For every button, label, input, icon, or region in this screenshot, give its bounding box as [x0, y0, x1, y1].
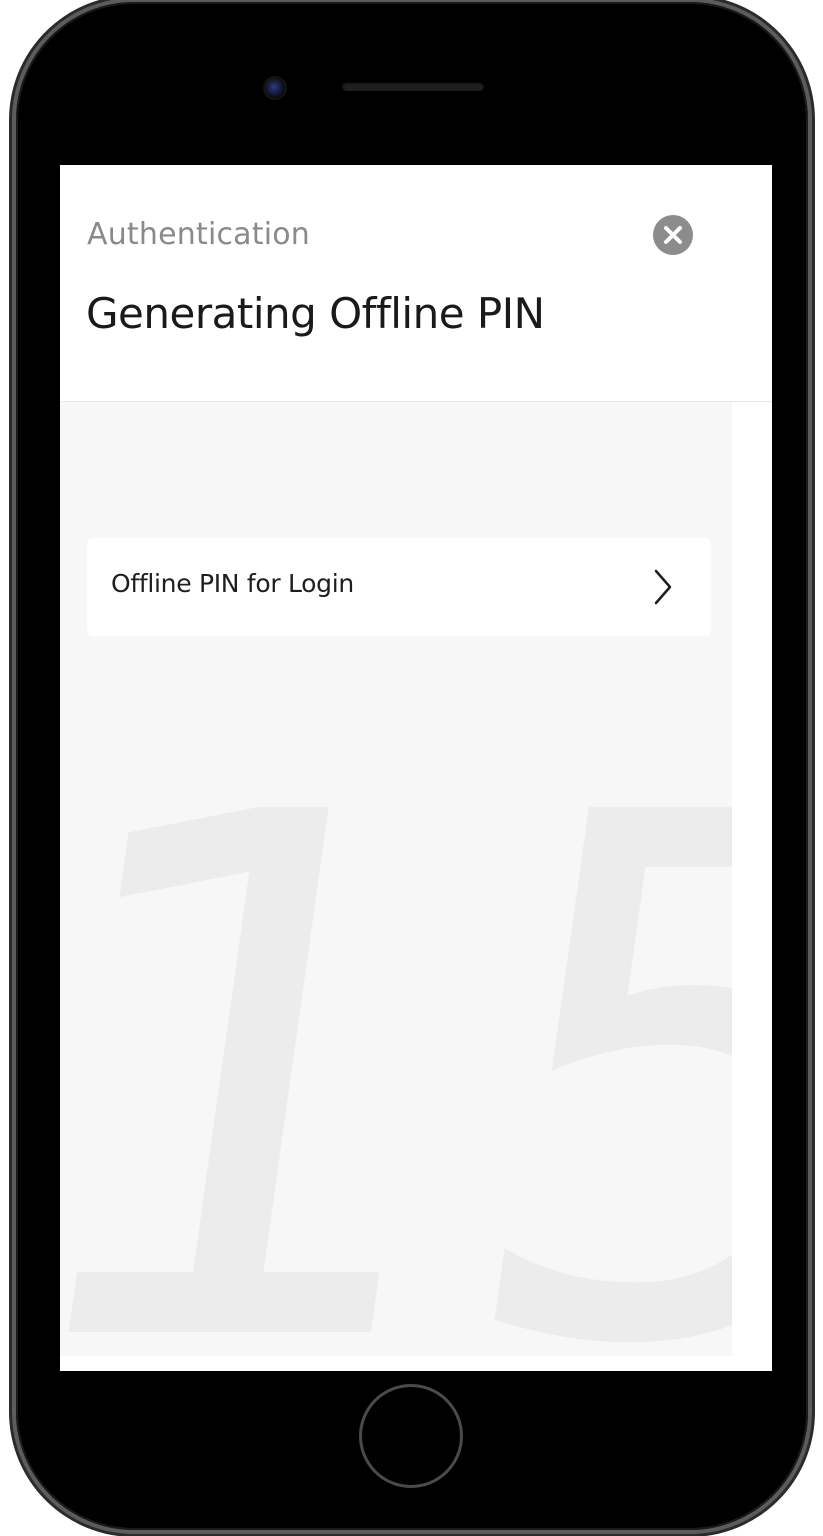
close-button[interactable]: [653, 215, 693, 255]
power-button: [808, 290, 815, 390]
close-icon: [664, 226, 682, 244]
volume-down-button: [9, 412, 16, 510]
app-screen: Authentication Generating Offline PIN 15…: [60, 165, 772, 1371]
earpiece-speaker: [342, 82, 484, 91]
home-button[interactable]: [359, 1384, 463, 1488]
content-area: 157 Offline PIN for Login: [60, 402, 732, 1356]
volume-up-button: [9, 290, 16, 388]
page-title: Generating Offline PIN: [86, 289, 545, 338]
menu-item-label: Offline PIN for Login: [111, 569, 354, 598]
mute-switch: [9, 176, 16, 230]
front-camera: [265, 78, 285, 98]
page-subtitle: Authentication: [87, 217, 311, 252]
device-stage: Authentication Generating Offline PIN 15…: [0, 0, 823, 1536]
chevron-right-icon: [654, 569, 672, 605]
menu-item-offline-pin-login[interactable]: Offline PIN for Login: [87, 538, 711, 636]
page-header: Authentication Generating Offline PIN: [60, 165, 772, 402]
watermark-text: 157: [60, 663, 732, 1356]
